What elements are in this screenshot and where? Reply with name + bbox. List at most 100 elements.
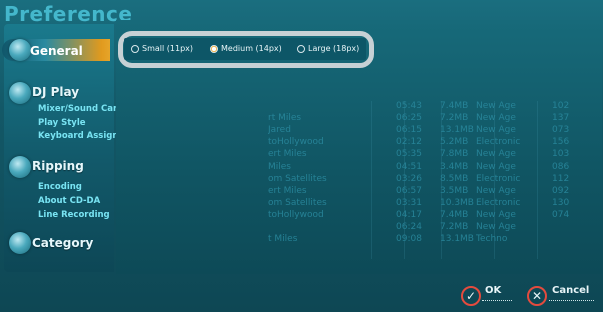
sidebar-item-mixer-sound-card[interactable]: Mixer/Sound Card <box>38 104 123 114</box>
table-cell-time: 06:57 <box>396 185 422 196</box>
table-cell-num: 092 <box>552 185 570 196</box>
table-row: toHollywood 02:12 5.2MB Electronic 156 <box>268 137 578 148</box>
table-cell-time: 05:43 <box>396 101 422 111</box>
table-cell-num: 074 <box>552 209 570 220</box>
table-cell-artist: rt Miles <box>268 113 302 124</box>
sidebar-section-ripping[interactable]: Ripping <box>32 159 84 173</box>
close-icon: ✕ <box>531 289 543 303</box>
table-cell-artist: ert Miles <box>268 149 307 160</box>
table-cell-artist: om Satellites <box>268 173 327 184</box>
cancel-button[interactable]: ✕ <box>527 286 547 306</box>
table-row: Jared 06:15 13.1MB New Age 073 <box>268 125 578 136</box>
table-cell-genre: New Age <box>476 101 516 111</box>
sidebar-item-general-label: General <box>30 44 83 58</box>
dj-play-orb-icon <box>9 82 31 104</box>
table-cell-size: 7.2MB <box>440 222 469 232</box>
table-cell-size: 7.2MB <box>440 113 469 124</box>
table-cell-num: 137 <box>552 113 570 124</box>
radio-large[interactable] <box>297 44 305 53</box>
table-row: t Miles 09:08 13.1MB Techno <box>268 234 578 245</box>
table-cell-time: 06:15 <box>396 125 422 136</box>
ok-button[interactable]: ✓ <box>461 286 481 306</box>
table-cell-artist: Jared <box>268 125 291 136</box>
font-size-large-label: Large (18px) <box>308 44 360 53</box>
sidebar-item-play-style[interactable]: Play Style <box>38 118 86 128</box>
table-cell-num: 102 <box>552 101 570 111</box>
table-row: rt Miles 06:25 7.2MB New Age 137 <box>268 113 578 124</box>
background-track-list: 05:43 7.4MB New Age 102 rt Miles 06:25 7.2MB Ne… <box>268 101 578 259</box>
table-cell-num: 112 <box>552 173 570 184</box>
table-cell-genre: Electronic <box>476 197 521 208</box>
table-cell-num: 130 <box>552 197 570 208</box>
font-size-medium-label: Medium (14px) <box>221 44 282 53</box>
category-orb-icon <box>9 232 31 254</box>
ok-underline <box>482 300 512 301</box>
table-cell-time: 03:26 <box>396 173 422 184</box>
table-cell-size: 7.8MB <box>440 149 469 160</box>
window-title: Preference <box>4 2 133 26</box>
table-cell-size: 10.3MB <box>440 197 474 208</box>
table-cell-size: 7.4MB <box>440 101 469 111</box>
table-cell-time: 03:31 <box>396 197 422 208</box>
table-cell-size: 8.5MB <box>440 173 469 184</box>
font-size-large-option[interactable]: Large (18px) <box>297 44 359 53</box>
sidebar-item-about-cd-da[interactable]: About CD-DA <box>38 196 100 206</box>
table-cell-genre: New Age <box>476 113 516 124</box>
table-cell-time: 05:35 <box>396 149 422 160</box>
table-cell-artist: Miles <box>268 161 291 172</box>
table-cell-genre: New Age <box>476 185 516 196</box>
table-cell-size: 7.4MB <box>440 209 469 220</box>
table-row: 06:24 7.2MB New Age <box>268 222 578 233</box>
table-cell-artist: toHollywood <box>268 137 324 148</box>
preference-window: Preference General DJ Play Mixer/Sound C… <box>0 0 603 312</box>
cancel-underline <box>549 300 594 301</box>
table-cell-genre: New Age <box>476 161 516 172</box>
sidebar-item-keyboard-assign[interactable]: Keyboard Assign <box>38 131 118 141</box>
table-cell-size: 3.5MB <box>440 185 469 196</box>
table-cell-genre: New Age <box>476 222 516 232</box>
table-cell-genre: New Age <box>476 149 516 160</box>
font-size-small-option[interactable]: Small (11px) <box>131 44 193 53</box>
table-cell-artist: toHollywood <box>268 209 324 220</box>
font-size-medium-option[interactable]: Medium (14px) <box>210 44 282 53</box>
radio-medium[interactable] <box>210 44 218 53</box>
table-cell-time: 04:17 <box>396 209 422 220</box>
table-cell-num: 156 <box>552 137 570 148</box>
table-cell-num: 073 <box>552 125 570 136</box>
table-cell-size: 3.4MB <box>440 161 469 172</box>
table-cell-time: 09:08 <box>396 234 422 245</box>
sidebar-section-category[interactable]: Category <box>32 236 93 250</box>
table-cell-num: 086 <box>552 161 570 172</box>
table-row: ert Miles 05:35 7.8MB New Age 103 <box>268 149 578 160</box>
table-row: om Satellites 03:26 8.5MB Electronic 112 <box>268 174 578 185</box>
table-cell-genre: Electronic <box>476 137 521 148</box>
sidebar-section-dj-play[interactable]: DJ Play <box>32 85 79 99</box>
sidebar-item-line-recording[interactable]: Line Recording <box>38 210 110 220</box>
font-size-small-label: Small (11px) <box>142 44 193 53</box>
table-row: toHollywood 04:17 7.4MB New Age 074 <box>268 210 578 221</box>
radio-small[interactable] <box>131 44 139 53</box>
table-cell-genre: Electronic <box>476 173 521 184</box>
table-cell-artist: t Miles <box>268 234 298 245</box>
ripping-orb-icon <box>9 156 31 178</box>
ok-label[interactable]: OK <box>485 285 501 296</box>
check-icon: ✓ <box>465 289 477 303</box>
table-row: om Satellites 03:31 10.3MB Electronic 130 <box>268 198 578 209</box>
table-cell-artist: om Satellites <box>268 197 327 208</box>
table-cell-size: 13.1MB <box>440 125 474 136</box>
table-row: Miles 04:51 3.4MB New Age 086 <box>268 162 578 173</box>
table-cell-time: 06:25 <box>396 113 422 124</box>
table-cell-time: 04:51 <box>396 161 422 172</box>
table-cell-size: 13.1MB <box>440 234 474 245</box>
sidebar-item-encoding[interactable]: Encoding <box>38 182 82 192</box>
table-cell-size: 5.2MB <box>440 137 469 148</box>
cancel-label[interactable]: Cancel <box>552 285 589 296</box>
table-row: 05:43 7.4MB New Age 102 <box>268 101 578 112</box>
table-cell-genre: New Age <box>476 209 516 220</box>
table-cell-time: 06:24 <box>396 222 422 232</box>
table-row: ert Miles 06:57 3.5MB New Age 092 <box>268 186 578 197</box>
table-cell-time: 02:12 <box>396 137 422 148</box>
table-cell-num: 103 <box>552 149 570 160</box>
table-cell-genre: Techno <box>476 234 508 245</box>
table-cell-genre: New Age <box>476 125 516 136</box>
